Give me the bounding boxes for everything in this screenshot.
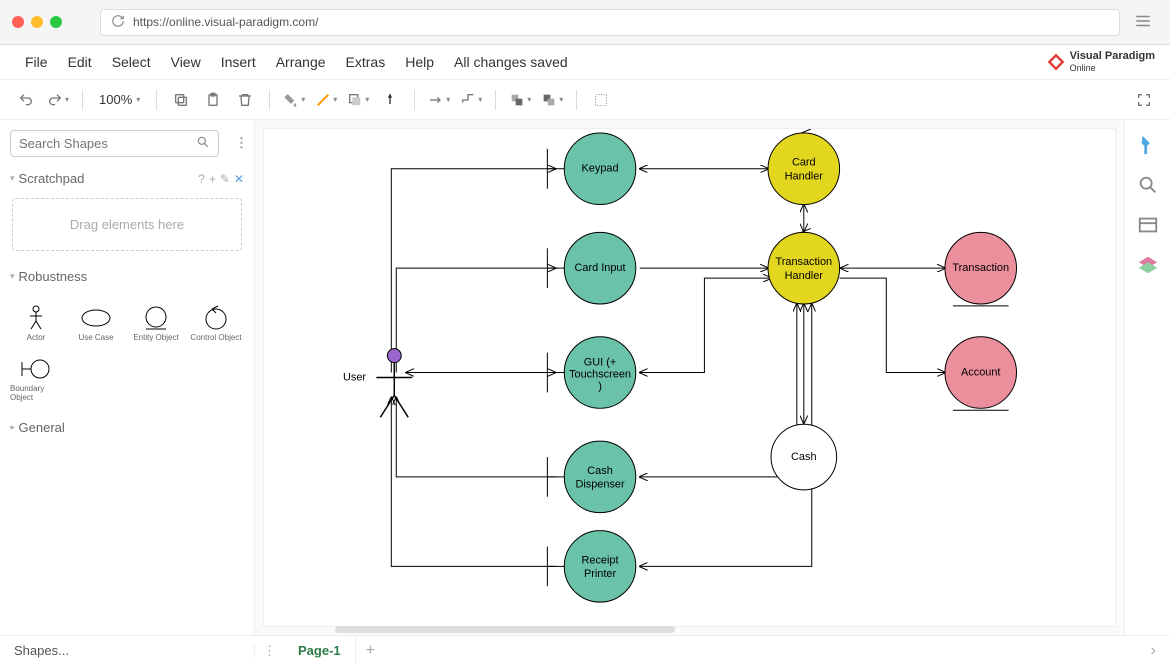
traffic-lights <box>12 16 62 28</box>
menu-insert[interactable]: Insert <box>211 48 266 76</box>
minimize-window[interactable] <box>31 16 43 28</box>
url-text: https://online.visual-paradigm.com/ <box>133 15 318 29</box>
toolbar-separator <box>576 90 577 110</box>
to-front-button[interactable]: ▾ <box>506 86 534 114</box>
redo-button[interactable]: ▾ <box>44 86 72 114</box>
shadow-button[interactable]: ▾ <box>344 86 372 114</box>
node-transaction[interactable]: Transaction <box>945 232 1017 306</box>
tab-handle-icon[interactable]: ⋮ <box>255 643 284 659</box>
node-account[interactable]: Account <box>945 337 1017 411</box>
canvas-area[interactable]: Keypad Card Input GUI (+Touchscreen) Cas… <box>255 120 1124 635</box>
node-gui[interactable]: GUI (+Touchscreen) <box>547 337 635 409</box>
toolbar-separator <box>269 90 270 110</box>
select-rect-button[interactable] <box>587 86 615 114</box>
brand-sub: Online <box>1070 63 1096 73</box>
node-cash-dispenser[interactable]: CashDispenser <box>547 441 635 513</box>
scratchpad-add-icon[interactable]: + <box>209 172 216 186</box>
outline-panel-icon[interactable] <box>1137 214 1159 236</box>
edge-user-cardinput[interactable] <box>396 268 556 372</box>
scratchpad-edit-icon[interactable]: ✎ <box>220 172 230 186</box>
address-bar[interactable]: https://online.visual-paradigm.com/ <box>100 9 1120 36</box>
menu-arrange[interactable]: Arrange <box>266 48 336 76</box>
node-card-handler[interactable]: CardHandler <box>768 129 840 205</box>
node-receipt-printer[interactable]: ReceiptPrinter <box>547 531 635 603</box>
scratchpad-header[interactable]: ▾Scratchpad ? + ✎ ✕ <box>0 165 254 192</box>
palette-boundary[interactable]: Boundary Object <box>10 354 62 402</box>
brand-name: Visual Paradigm <box>1070 50 1155 62</box>
node-user-actor[interactable]: User <box>343 349 412 418</box>
diagram-canvas[interactable]: Keypad Card Input GUI (+Touchscreen) Cas… <box>263 128 1116 627</box>
menu-help[interactable]: Help <box>395 48 444 76</box>
palette-usecase[interactable]: Use Case <box>70 298 122 346</box>
delete-button[interactable] <box>231 86 259 114</box>
menu-file[interactable]: File <box>15 48 58 76</box>
refresh-icon[interactable] <box>111 14 125 31</box>
hamburger-menu-icon[interactable] <box>1128 12 1158 33</box>
close-window[interactable] <box>12 16 24 28</box>
toolbar-separator <box>495 90 496 110</box>
toolbar-separator <box>82 90 83 110</box>
palette-control[interactable]: Control Object <box>190 298 242 346</box>
waypoint-style-button[interactable]: ▾ <box>457 86 485 114</box>
node-card-input[interactable]: Card Input <box>547 232 635 304</box>
menu-extras[interactable]: Extras <box>336 48 396 76</box>
robustness-header[interactable]: ▾Robustness <box>0 263 254 290</box>
next-page-icon[interactable]: › <box>1137 642 1170 660</box>
page-tab[interactable]: Page-1 <box>284 637 356 664</box>
maximize-window[interactable] <box>50 16 62 28</box>
sidebar: ⋮ ▾Scratchpad ? + ✎ ✕ Drag elements here… <box>0 120 255 635</box>
horizontal-scrollbar[interactable] <box>335 626 675 633</box>
layers-panel-icon[interactable] <box>1137 254 1159 276</box>
edge-txhandler-account[interactable] <box>840 278 946 372</box>
copy-button[interactable] <box>167 86 195 114</box>
toolbar: ▾ 100%▾ ▾ ▾ ▾ ▾ ▾ ▾ ▾ <box>0 80 1170 120</box>
node-cash[interactable]: Cash <box>771 424 837 490</box>
right-rail <box>1124 120 1170 635</box>
format-panel-icon[interactable] <box>1137 134 1159 156</box>
search-shapes[interactable] <box>10 130 219 157</box>
search-icon[interactable] <box>196 135 210 152</box>
palette-entity[interactable]: Entity Object <box>130 298 182 346</box>
scratchpad-close-icon[interactable]: ✕ <box>234 172 244 186</box>
toolbar-separator <box>156 90 157 110</box>
edge-user-keypad[interactable] <box>391 169 556 373</box>
line-color-button[interactable]: ▾ <box>312 86 340 114</box>
search-panel-icon[interactable] <box>1137 174 1159 196</box>
add-page-icon[interactable]: + <box>356 636 385 666</box>
edge-user-dispenser[interactable] <box>396 397 556 477</box>
main-area: ⋮ ▾Scratchpad ? + ✎ ✕ Drag elements here… <box>0 120 1170 635</box>
edge-user-printer[interactable] <box>391 397 556 566</box>
search-input[interactable] <box>19 136 196 151</box>
zoom-dropdown[interactable]: 100%▾ <box>93 92 146 107</box>
toolbar-separator <box>414 90 415 110</box>
menu-bar: File Edit Select View Insert Arrange Ext… <box>0 45 1170 80</box>
shapes-link[interactable]: Shapes... <box>0 643 255 658</box>
menu-edit[interactable]: Edit <box>58 48 102 76</box>
fullscreen-button[interactable] <box>1130 86 1158 114</box>
to-back-button[interactable]: ▾ <box>538 86 566 114</box>
node-keypad[interactable]: Keypad <box>547 133 635 205</box>
robustness-palette: Actor Use Case Entity Object Control Obj… <box>0 290 254 414</box>
svg-text:User: User <box>343 371 366 383</box>
window-chrome: https://online.visual-paradigm.com/ <box>0 0 1170 45</box>
save-status: All changes saved <box>444 48 578 76</box>
connection-style-button[interactable]: ▾ <box>425 86 453 114</box>
more-shapes-icon[interactable]: ⋮ <box>229 135 254 151</box>
undo-button[interactable] <box>12 86 40 114</box>
menu-view[interactable]: View <box>161 48 211 76</box>
fill-color-button[interactable]: ▾ <box>280 86 308 114</box>
node-transaction-handler[interactable]: TransactionHandler <box>768 228 840 304</box>
scratchpad-help-icon[interactable]: ? <box>198 172 205 186</box>
format-painter-button[interactable] <box>376 86 404 114</box>
edge-gui-txhandler[interactable] <box>640 278 772 372</box>
brand-logo[interactable]: Visual ParadigmOnline <box>1046 50 1155 74</box>
paste-button[interactable] <box>199 86 227 114</box>
scratchpad-dropzone[interactable]: Drag elements here <box>12 198 242 251</box>
general-header[interactable]: ▾General <box>0 414 254 441</box>
menu-select[interactable]: Select <box>102 48 161 76</box>
palette-actor[interactable]: Actor <box>10 298 62 346</box>
footer: Shapes... ⋮ Page-1 + › <box>0 635 1170 665</box>
